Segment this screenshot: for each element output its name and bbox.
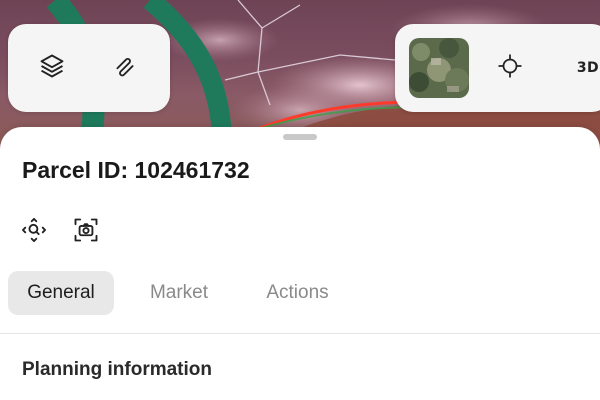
app-root: 3D Parcel ID: 102461732 General Market A… [0,0,600,400]
tab-market[interactable]: Market [128,271,230,315]
screenshot-icon[interactable] [71,215,101,245]
parcel-title: Parcel ID: 102461732 [22,157,250,183]
view-3d-button[interactable]: 3D [573,53,600,83]
parcel-sheet: Parcel ID: 102461732 General Market Acti… [0,127,600,400]
tab-general[interactable]: General [8,271,114,315]
map-controls-left [8,24,170,112]
satellite-thumbnail[interactable] [409,38,469,98]
divider [0,333,600,334]
map-boundary-line [261,4,301,29]
route-icon[interactable] [112,52,142,82]
sheet-drag-handle[interactable] [283,134,317,140]
zoom-to-icon[interactable] [19,215,49,245]
crosshair-icon[interactable] [497,53,527,83]
section-heading-planning: Planning information [22,359,212,380]
tab-actions[interactable]: Actions [240,271,355,315]
map-controls-right: 3D [395,24,600,112]
layers-icon[interactable] [38,52,68,82]
